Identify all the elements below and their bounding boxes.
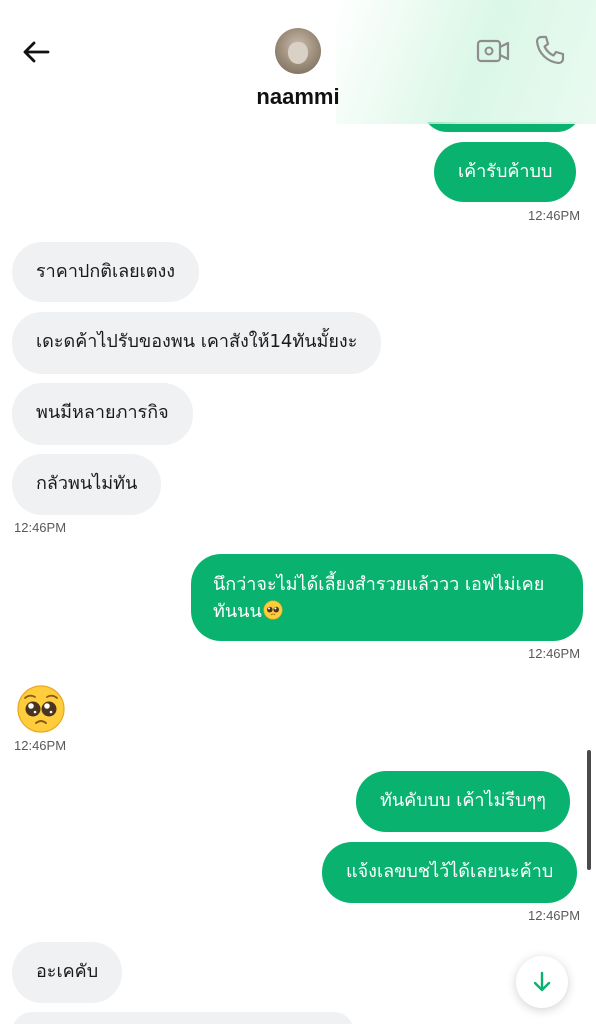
message-text-continued: ทันนน bbox=[213, 598, 561, 625]
message-text: อะเคคับ bbox=[36, 961, 99, 982]
phone-icon bbox=[535, 35, 565, 65]
voice-call-button[interactable] bbox=[534, 34, 566, 66]
message-text: ราคาปกติเลยเตงง bbox=[36, 261, 176, 282]
arrow-down-icon bbox=[533, 971, 551, 992]
message-timestamp: 12:46PM bbox=[528, 208, 581, 223]
message-bubble-out[interactable]: เค้ารับค้าบบ bbox=[434, 142, 577, 202]
chat-header: naammi bbox=[0, 0, 596, 124]
avatar[interactable] bbox=[275, 28, 321, 74]
video-camera-icon bbox=[476, 39, 510, 63]
message-text: เดะดค้าไปรับของพน เคาสังให้14ทันมั้ยงะ bbox=[36, 331, 358, 352]
message-bubble-in[interactable] bbox=[12, 1012, 354, 1024]
message-text: นึกว่าจะไม่ได้เลี้ยงสำรวยแล้ววว เอฟไม่เค… bbox=[213, 574, 545, 595]
message-timestamp: 12:46PM bbox=[14, 520, 67, 535]
arrow-left-icon bbox=[23, 41, 50, 63]
message-bubble-out[interactable]: ทันคับบบ เค้าไม่รีบๆๆ bbox=[356, 771, 570, 832]
message-timestamp: 12:46PM bbox=[528, 646, 581, 661]
message-list[interactable]: เค้ารับค้าบบ 12:46PM ราคาปกติเลยเตงง เดะ… bbox=[0, 122, 596, 1024]
back-button[interactable] bbox=[18, 34, 54, 70]
scrollbar[interactable] bbox=[587, 750, 591, 870]
pleading-face-emoji[interactable] bbox=[16, 684, 66, 734]
message-bubble-in[interactable]: พนมีหลายภารกิจ bbox=[12, 383, 193, 445]
message-text: กลัวพนไม่ทัน bbox=[36, 473, 138, 494]
message-bubble-in[interactable]: ราคาปกติเลยเตงง bbox=[12, 242, 200, 302]
message-bubble-in[interactable]: เดะดค้าไปรับของพน เคาสังให้14ทันมั้ยงะ bbox=[12, 312, 382, 374]
video-call-button[interactable] bbox=[476, 36, 510, 66]
contact-name[interactable]: naammi bbox=[0, 84, 596, 110]
pleading-face-emoji bbox=[263, 600, 283, 620]
message-timestamp: 12:46PM bbox=[14, 738, 67, 753]
message-bubble-out[interactable]: แจ้งเลขบชไว้ได้เลยนะค้าบ bbox=[322, 842, 578, 903]
scroll-to-bottom-button[interactable] bbox=[516, 956, 568, 1008]
message-bubble-in[interactable]: อะเคคับ bbox=[12, 942, 123, 1003]
message-text: พนมีหลายภารกิจ bbox=[36, 402, 169, 423]
message-text: ทันคับบบ เค้าไม่รีบๆๆ bbox=[380, 790, 546, 811]
message-bubble-in[interactable]: กลัวพนไม่ทัน bbox=[12, 454, 162, 515]
message-timestamp: 12:46PM bbox=[528, 908, 581, 923]
message-bubble-out[interactable]: นึกว่าจะไม่ได้เลี้ยงสำรวยแล้ววว เอฟไม่เค… bbox=[191, 554, 583, 641]
message-text: แจ้งเลขบชไว้ได้เลยนะค้าบ bbox=[346, 861, 554, 882]
message-text: เค้ารับค้าบบ bbox=[458, 161, 553, 182]
